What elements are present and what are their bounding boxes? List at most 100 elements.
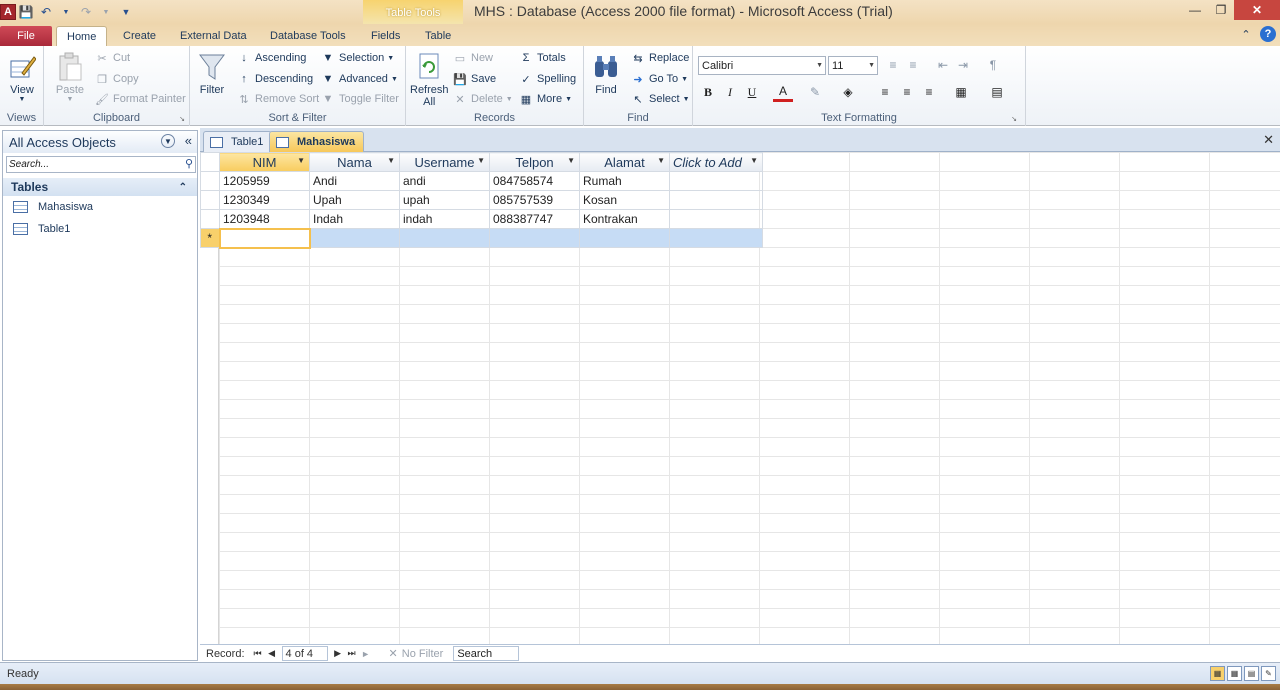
column-dropdown-icon[interactable]: ▼ (477, 156, 485, 165)
pivottable-view-icon[interactable]: ▦ (1227, 666, 1242, 681)
column-header-telpon[interactable]: Telpon ▼ (489, 152, 580, 172)
refresh-all-button[interactable]: Refresh All (410, 50, 449, 108)
tab-create[interactable]: Create (113, 26, 166, 46)
record-selector[interactable] (200, 171, 220, 191)
remove-sort-button[interactable]: ⇅ Remove Sort (236, 89, 319, 109)
table-cell[interactable]: Kontrakan (579, 209, 670, 229)
column-header-nama[interactable]: Nama ▼ (309, 152, 400, 172)
tab-table[interactable]: Table (415, 26, 461, 46)
nav-menu-chevron-icon[interactable]: ▼ (161, 134, 175, 148)
column-dropdown-icon[interactable]: ▼ (750, 156, 758, 165)
underline-button[interactable]: U (742, 82, 762, 102)
align-left-icon[interactable]: ≡ (875, 82, 895, 102)
filter-button[interactable]: Filter (196, 50, 228, 96)
table-cell[interactable]: andi (399, 171, 490, 191)
table-cell[interactable] (399, 228, 490, 248)
numbering-button[interactable]: ≡ (903, 55, 923, 75)
restore-button[interactable]: ❐ (1208, 0, 1234, 20)
italic-button[interactable]: I (720, 82, 740, 102)
column-header-nim[interactable]: NIM ▼ (219, 152, 310, 172)
format-painter-button[interactable]: 🖌 Format Painter (94, 89, 186, 109)
advanced-button[interactable]: ▼ Advanced ▼ (320, 69, 398, 89)
bullets-button[interactable]: ≡ (883, 55, 903, 75)
go-to-button[interactable]: ➜ Go To ▼ (630, 69, 688, 89)
close-window-button[interactable]: ✕ (1234, 0, 1280, 20)
table-cell[interactable]: 084758574 (489, 171, 580, 191)
font-size-combo[interactable]: 11 ▼ (828, 56, 878, 75)
paste-button[interactable]: Paste ▼ (54, 50, 86, 103)
design-view-icon[interactable]: ✎ (1261, 666, 1276, 681)
new-record-marker[interactable]: * (200, 228, 220, 248)
datasheet-view-icon[interactable]: ▦ (1210, 666, 1225, 681)
font-name-combo[interactable]: Calibri ▼ (698, 56, 826, 75)
nav-group-tables[interactable]: Tables ⌃ (3, 178, 197, 196)
fill-color-icon[interactable]: ◈ (838, 82, 858, 102)
alternate-row-color-icon[interactable]: ▤ (987, 82, 1007, 102)
close-document-icon[interactable]: ✕ (1263, 132, 1274, 148)
table-cell[interactable] (489, 228, 580, 248)
shutter-bar-close-icon[interactable]: « (185, 133, 192, 148)
table-cell[interactable] (669, 228, 763, 248)
column-dropdown-icon[interactable]: ▼ (567, 156, 575, 165)
bold-button[interactable]: B (698, 82, 718, 102)
help-icon[interactable]: ? (1260, 26, 1276, 42)
save-record-button[interactable]: 💾 Save (452, 69, 496, 89)
last-record-icon[interactable]: ⏭ (345, 648, 359, 659)
select-button[interactable]: ↖ Select ▼ (630, 89, 689, 109)
find-button[interactable]: Find (590, 50, 622, 96)
redo-icon[interactable]: ↷ (78, 4, 94, 20)
column-header-username[interactable]: Username ▼ (399, 152, 490, 172)
nav-item-mahasiswa[interactable]: Mahasiswa (3, 196, 197, 218)
first-record-icon[interactable]: ⏮ (251, 648, 265, 659)
clipboard-launcher-icon[interactable]: ↘ (179, 115, 185, 123)
nav-search-input[interactable]: Search... ⚲ (6, 156, 196, 173)
ascending-button[interactable]: ↓ Ascending (236, 48, 306, 68)
replace-button[interactable]: ⇆ Replace (630, 48, 689, 68)
table-cell[interactable]: indah (399, 209, 490, 229)
copy-button[interactable]: ❐ Copy (94, 69, 139, 89)
minimize-button[interactable]: — (1182, 0, 1208, 20)
record-selector[interactable] (200, 209, 220, 229)
column-dropdown-icon[interactable]: ▼ (387, 156, 395, 165)
collapse-group-icon[interactable]: ⌃ (179, 182, 187, 193)
table-cell[interactable] (579, 228, 670, 248)
background-color-icon[interactable]: ✎ (805, 82, 825, 102)
minimize-ribbon-icon[interactable]: ⌃ (1238, 26, 1254, 42)
tab-external-data[interactable]: External Data (170, 26, 257, 46)
table-cell[interactable]: Upah (309, 190, 400, 210)
table-cell[interactable]: 085757539 (489, 190, 580, 210)
increase-indent-button[interactable]: ⇥ (953, 55, 973, 75)
doc-tab-table1[interactable]: Table1 (203, 131, 273, 152)
descending-button[interactable]: ↑ Descending (236, 69, 313, 89)
table-cell[interactable]: Indah (309, 209, 400, 229)
totals-button[interactable]: Σ Totals (518, 48, 566, 68)
table-cell[interactable]: 1203948 (219, 209, 310, 229)
undo-icon[interactable]: ↶ (38, 4, 54, 20)
toggle-filter-button[interactable]: ▼ Toggle Filter (320, 89, 399, 109)
tab-file[interactable]: File (0, 26, 52, 46)
delete-record-button[interactable]: ✕ Delete ▼ (452, 89, 512, 109)
record-search-input[interactable]: Search (453, 646, 520, 661)
view-button[interactable]: View ▼ (6, 50, 38, 103)
column-header-alamat[interactable]: Alamat ▼ (579, 152, 670, 172)
table-cell[interactable]: Kosan (579, 190, 670, 210)
doc-tab-mahasiswa[interactable]: Mahasiswa (269, 131, 365, 152)
font-color-button[interactable]: A (773, 82, 793, 102)
select-all-corner[interactable] (200, 152, 220, 172)
active-cell[interactable] (218, 227, 311, 249)
column-dropdown-icon[interactable]: ▼ (657, 156, 665, 165)
table-cell[interactable]: 088387747 (489, 209, 580, 229)
access-app-icon[interactable]: A (0, 4, 16, 20)
table-cell[interactable]: 1230349 (219, 190, 310, 210)
selection-button[interactable]: ▼ Selection ▼ (320, 48, 395, 68)
table-cell[interactable]: Andi (309, 171, 400, 191)
customize-qat-icon[interactable]: ▼ (118, 4, 134, 20)
table-cell[interactable] (669, 190, 763, 210)
table-cell[interactable] (669, 171, 763, 191)
column-dropdown-icon[interactable]: ▼ (297, 156, 305, 165)
redo-dropdown-icon[interactable]: ▼ (98, 4, 114, 20)
column-header-click-to-add[interactable]: Click to Add ▼ (669, 152, 763, 172)
decrease-indent-button[interactable]: ⇤ (933, 55, 953, 75)
tab-fields[interactable]: Fields (361, 26, 410, 46)
nav-pane-header[interactable]: All Access Objects ▼ « (3, 131, 197, 153)
